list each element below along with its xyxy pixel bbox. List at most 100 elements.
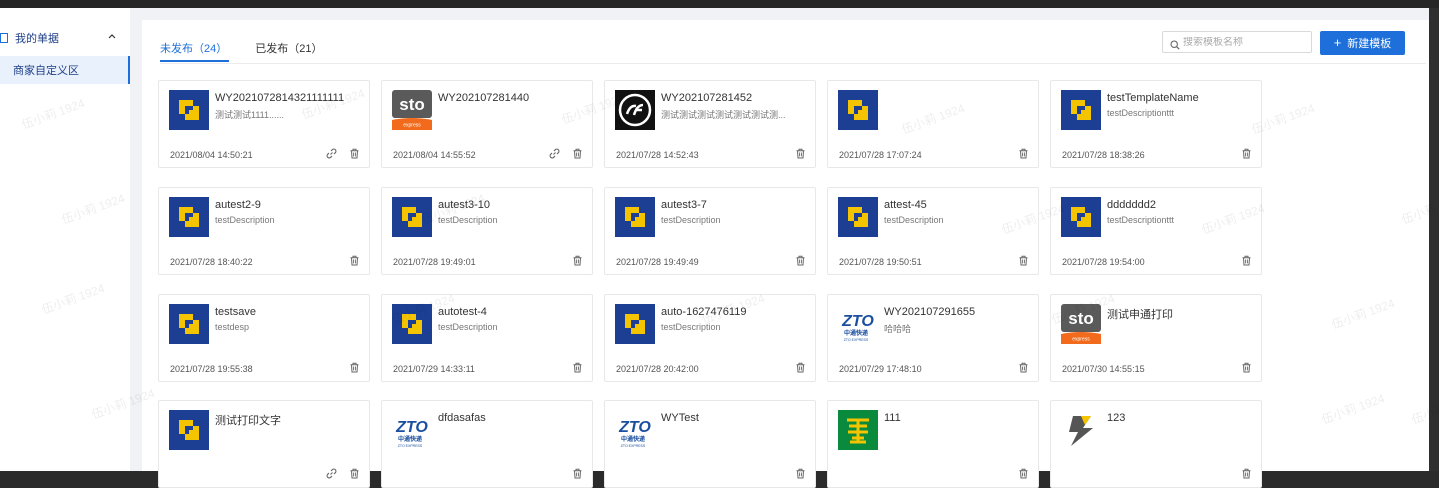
- trash-icon[interactable]: [795, 255, 806, 266]
- svg-text:ZTO EXPRESS: ZTO EXPRESS: [621, 444, 646, 448]
- new-template-label: 新建模板: [1347, 38, 1392, 50]
- template-card[interactable]: 2021/07/28 17:07:24: [827, 80, 1039, 168]
- template-title: WY2021072814321111111: [215, 92, 345, 104]
- template-description: testDescription: [661, 322, 721, 332]
- trash-icon[interactable]: [572, 468, 583, 479]
- yunda-logo-icon: [615, 197, 655, 237]
- trash-icon[interactable]: [795, 148, 806, 159]
- yunda-logo-icon: [169, 197, 209, 237]
- template-title: 测试申通打印: [1107, 309, 1173, 321]
- template-date: 2021/07/28 19:49:49: [616, 257, 699, 267]
- template-title: WY202107291655: [884, 306, 976, 318]
- yunda-logo-icon: [838, 197, 878, 237]
- trash-icon[interactable]: [1018, 362, 1029, 373]
- template-card[interactable]: sto express 测试申通打印 2021/07/30 14:55:15: [1050, 294, 1262, 382]
- sidebar-group-my-documents[interactable]: 我的单据: [0, 26, 130, 50]
- template-title: attest-45: [884, 199, 927, 211]
- template-title: auto-1627476119: [661, 306, 747, 318]
- trash-icon[interactable]: [1018, 148, 1029, 159]
- template-card[interactable]: autest3-10 testDescription 2021/07/28 19:4…: [381, 187, 593, 275]
- template-title: WY202107281452: [661, 92, 753, 104]
- svg-text:ZTO: ZTO: [618, 419, 651, 436]
- sto-logo-icon: sto express: [392, 90, 432, 130]
- template-date: 2021/07/28 20:42:00: [616, 364, 699, 374]
- zto-logo-icon: ZTO 中通快递 ZTO EXPRESS: [392, 410, 432, 450]
- template-card[interactable]: ZTO 中通快递 ZTO EXPRESS dfdasafas: [381, 400, 593, 488]
- template-card[interactable]: autest3-7 testDescription 2021/07/28 19:49…: [604, 187, 816, 275]
- trash-icon[interactable]: [349, 468, 360, 479]
- trash-icon[interactable]: [349, 255, 360, 266]
- template-description: 测试测试1111......: [215, 110, 285, 120]
- window-edge: [1429, 8, 1439, 471]
- template-card[interactable]: ddddddd2 testDescriptionttt 2021/07/28 19:…: [1050, 187, 1262, 275]
- content-gutter: [130, 8, 142, 471]
- trash-icon[interactable]: [1018, 468, 1029, 479]
- svg-text:中通快递: 中通快递: [844, 329, 868, 337]
- template-description: testDescriptionttt: [1107, 215, 1175, 225]
- sidebar-group-label: 我的单据: [15, 33, 59, 45]
- sidebar-item-label: 商家自定义区: [13, 65, 79, 77]
- template-card[interactable]: WY202107281452 测试测试测试测试测试测试测... 2021/07/28…: [604, 80, 816, 168]
- trash-icon[interactable]: [1241, 468, 1252, 479]
- template-date: 2021/08/04 14:55:52: [393, 150, 476, 160]
- template-description: 哈哈哈: [884, 324, 912, 334]
- trash-icon[interactable]: [1018, 255, 1029, 266]
- template-card[interactable]: attest-45 testDescription 2021/07/28 19:50…: [827, 187, 1039, 275]
- template-card[interactable]: autest2-9 testDescription 2021/07/28 18:40…: [158, 187, 370, 275]
- template-card[interactable]: 111: [827, 400, 1039, 488]
- trash-icon[interactable]: [795, 468, 806, 479]
- template-card[interactable]: ZTO 中通快递 ZTO EXPRESS WYTest: [604, 400, 816, 488]
- template-card[interactable]: 123: [1050, 400, 1262, 488]
- trash-icon[interactable]: [349, 362, 360, 373]
- trash-icon[interactable]: [572, 255, 583, 266]
- template-card[interactable]: auto-1627476119 testDescription 2021/07/28…: [604, 294, 816, 382]
- yunda-logo-icon: [392, 197, 432, 237]
- tab-unpublished[interactable]: 未发布（24）: [160, 34, 230, 62]
- template-description: testdesp: [215, 322, 250, 332]
- link-icon[interactable]: [326, 468, 337, 479]
- template-description: testDescription: [215, 215, 275, 225]
- template-date: 2021/07/28 19:49:01: [393, 257, 476, 267]
- template-card[interactable]: WY2021072814321111111 测试测试1111...... 2021/…: [158, 80, 370, 168]
- template-card[interactable]: 测试打印文字: [158, 400, 370, 488]
- template-card[interactable]: sto express WY202107281440 2021/08/04 14:…: [381, 80, 593, 168]
- chevron-up-icon[interactable]: [108, 31, 116, 42]
- template-date: 2021/07/29 17:48:10: [839, 364, 922, 374]
- svg-text:ZTO EXPRESS: ZTO EXPRESS: [398, 444, 423, 448]
- trash-icon[interactable]: [1241, 255, 1252, 266]
- template-date: 2021/07/30 14:55:15: [1062, 364, 1145, 374]
- new-template-button[interactable]: + 新建模板: [1320, 31, 1405, 55]
- search-box[interactable]: [1162, 31, 1312, 53]
- link-icon[interactable]: [326, 148, 337, 159]
- tab-bar: 未发布（24） 已发布（21）: [160, 34, 351, 64]
- template-date: 2021/07/28 18:38:26: [1062, 150, 1145, 160]
- trash-icon[interactable]: [572, 148, 583, 159]
- svg-text:ZTO: ZTO: [841, 313, 874, 330]
- template-date: 2021/08/04 14:50:21: [170, 150, 253, 160]
- search-input[interactable]: [1183, 36, 1303, 48]
- svg-text:express: express: [1072, 337, 1090, 343]
- svg-text:sto: sto: [1068, 309, 1094, 328]
- template-date: 2021/07/29 14:33:11: [393, 364, 475, 374]
- tab-published[interactable]: 已发布（21）: [255, 34, 322, 62]
- trash-icon[interactable]: [1241, 148, 1252, 159]
- plus-icon: +: [1333, 35, 1342, 50]
- yunda-logo-icon: [169, 410, 209, 450]
- yunda-logo-icon: [169, 90, 209, 130]
- link-icon[interactable]: [549, 148, 560, 159]
- template-title: 111: [884, 412, 901, 424]
- trash-icon[interactable]: [349, 148, 360, 159]
- document-icon: [0, 33, 10, 43]
- svg-text:中通快递: 中通快递: [398, 435, 422, 443]
- sidebar-item-merchant-custom[interactable]: 商家自定义区: [0, 56, 130, 84]
- template-card[interactable]: ZTO 中通快递 ZTO EXPRESS WY202107291655 哈哈哈 20…: [827, 294, 1039, 382]
- template-description: testDescription: [438, 322, 498, 332]
- template-card[interactable]: autotest-4 testDescription 2021/07/29 14:3…: [381, 294, 593, 382]
- template-card[interactable]: testsave testdesp 2021/07/28 19:55:38: [158, 294, 370, 382]
- template-card[interactable]: testTemplateName testDescriptionttt 2021/0…: [1050, 80, 1262, 168]
- sto-logo-icon: sto express: [1061, 304, 1101, 344]
- template-title: WYTest: [661, 412, 699, 424]
- trash-icon[interactable]: [795, 362, 806, 373]
- trash-icon[interactable]: [1241, 362, 1252, 373]
- trash-icon[interactable]: [572, 362, 583, 373]
